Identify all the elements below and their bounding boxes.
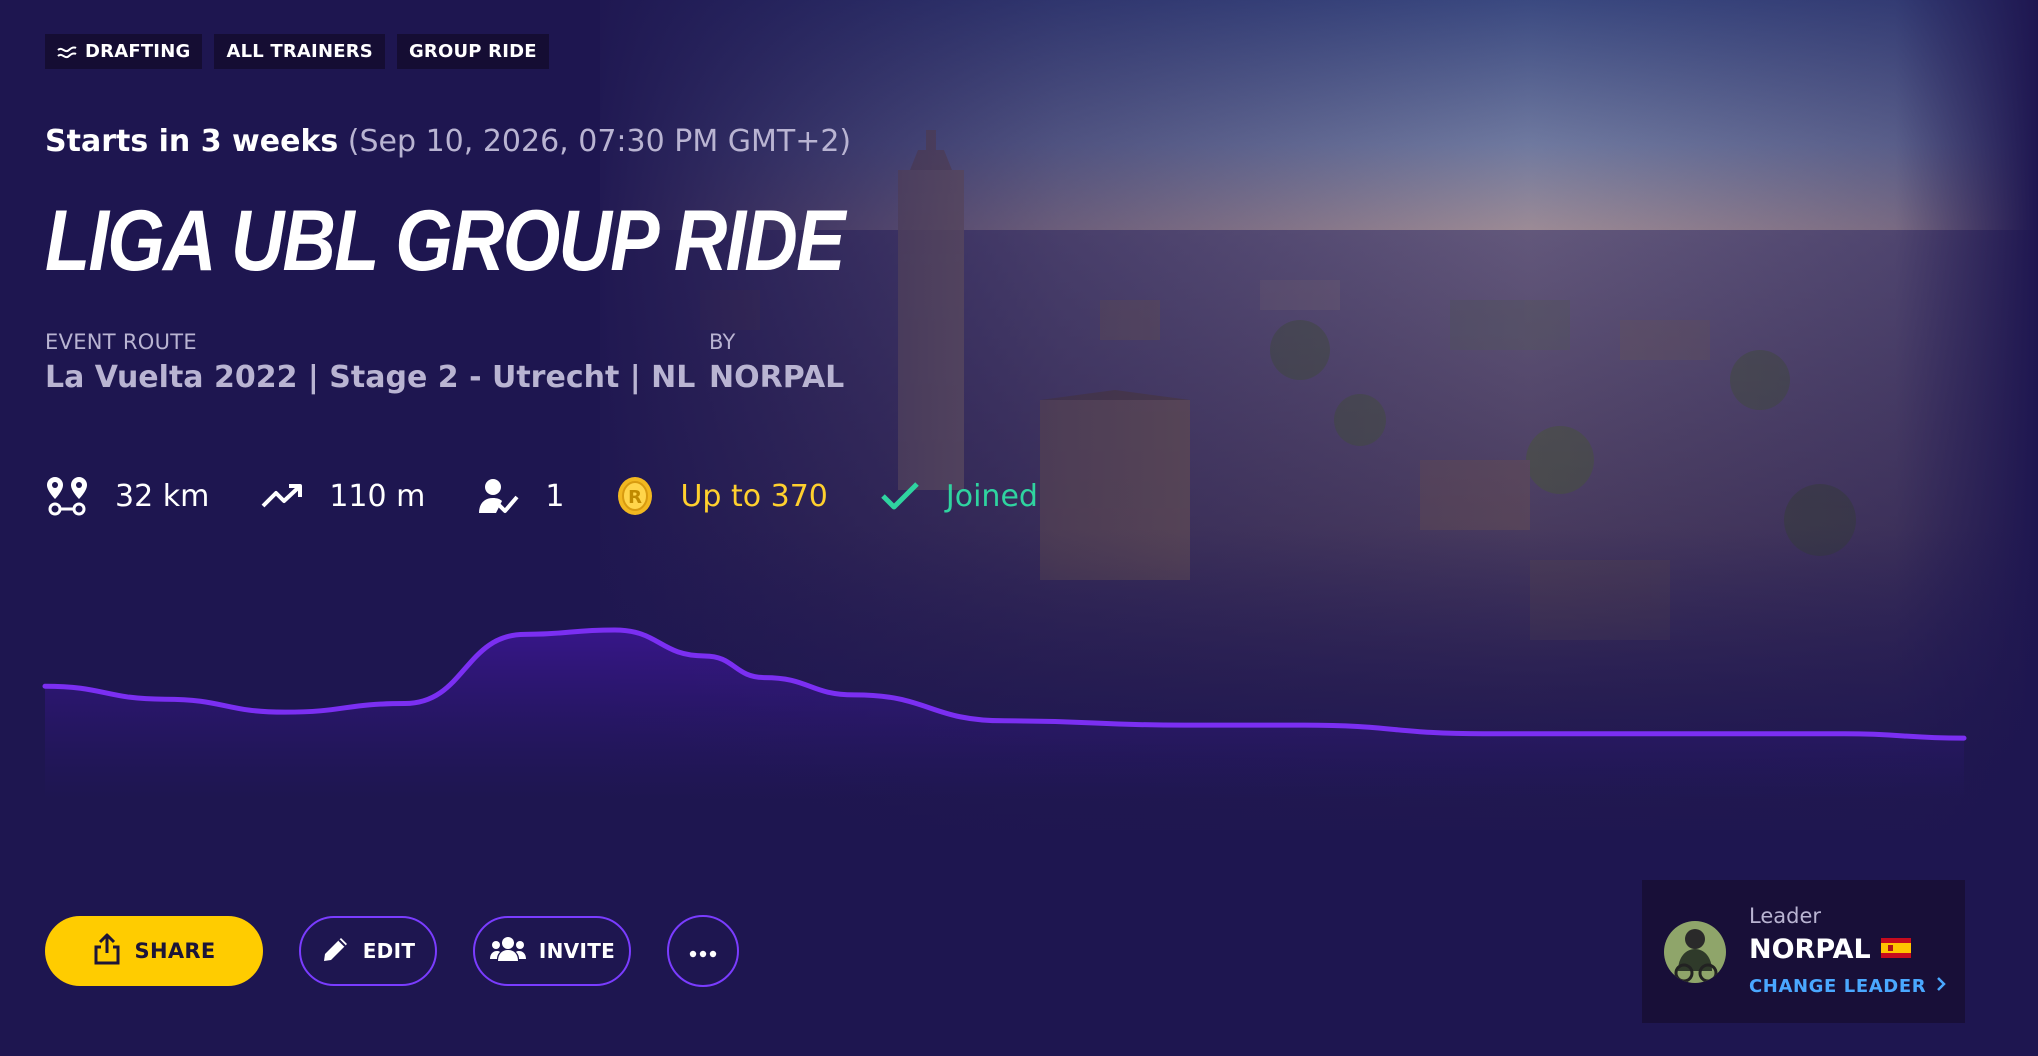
distance-value: 32 km xyxy=(115,478,210,514)
event-title: LIGA UBL GROUP RIDE xyxy=(45,193,845,289)
stat-elevation: 110 m xyxy=(261,479,425,514)
stat-distance: 32 km xyxy=(45,475,209,517)
edit-label: EDIT xyxy=(362,939,416,963)
more-icon xyxy=(689,939,717,963)
start-datetime: (Sep 10, 2026, 07:30 PM GMT+2) xyxy=(347,124,852,159)
tag-label: ALL TRAINERS xyxy=(226,41,373,62)
leader-card: Leader NORPAL CHANGE LEADER xyxy=(1642,880,1965,1023)
tag-drafting: DRAFTING xyxy=(45,34,203,69)
joined-status: Joined xyxy=(945,478,1038,514)
tag-all-trainers: ALL TRAINERS xyxy=(214,34,385,69)
change-leader-link[interactable]: CHANGE LEADER xyxy=(1749,976,1946,997)
edit-button[interactable]: EDIT xyxy=(299,916,437,986)
spain-flag-icon xyxy=(1880,934,1911,965)
by-value: NORPAL xyxy=(709,360,845,395)
leader-label: Leader xyxy=(1749,904,1822,928)
route-value: La Vuelta 2022 | Stage 2 - Utrecht | NL xyxy=(45,360,696,395)
more-options-button[interactable] xyxy=(667,915,739,987)
event-tags: DRAFTING ALL TRAINERS GROUP RIDE xyxy=(45,34,549,69)
leader-name: NORPAL xyxy=(1749,934,1871,965)
check-icon xyxy=(880,481,920,511)
tag-group-ride: GROUP RIDE xyxy=(396,34,549,69)
route-label: EVENT ROUTE xyxy=(45,330,198,354)
trending-up-icon xyxy=(261,483,303,509)
route-icon xyxy=(45,475,89,517)
chevron-right-icon xyxy=(1936,976,1946,997)
share-button[interactable]: SHARE xyxy=(45,916,263,986)
leader-name-row: NORPAL xyxy=(1749,934,1911,965)
wind-icon xyxy=(57,45,77,59)
stat-participants: 1 xyxy=(477,477,564,515)
pencil-icon xyxy=(321,934,351,969)
by-label: BY xyxy=(709,330,736,354)
share-icon xyxy=(93,933,121,970)
coin-icon: R xyxy=(616,476,654,516)
tag-label: GROUP RIDE xyxy=(408,41,537,62)
event-start-time: Starts in 3 weeks (Sep 10, 2026, 07:30 P… xyxy=(45,124,851,159)
invite-label: INVITE xyxy=(538,939,616,963)
user-check-icon xyxy=(477,477,519,515)
tag-label: DRAFTING xyxy=(85,41,191,62)
starts-in: Starts in 3 weeks xyxy=(45,124,339,159)
leader-avatar xyxy=(1664,921,1726,983)
invite-button[interactable]: INVITE xyxy=(473,916,631,986)
coins-value: Up to 370 xyxy=(680,478,828,514)
elevation-value: 110 m xyxy=(329,478,426,514)
change-leader-label: CHANGE LEADER xyxy=(1749,976,1927,997)
share-label: SHARE xyxy=(134,939,216,963)
event-actions: SHARE EDIT INVITE xyxy=(45,915,739,987)
stat-coins: R Up to 370 xyxy=(616,476,828,516)
participants-value: 1 xyxy=(545,478,565,514)
users-icon xyxy=(489,936,527,967)
stat-joined: Joined xyxy=(880,479,1038,514)
svg-text:R: R xyxy=(629,487,643,508)
event-stats: 32 km 110 m 1 R Up to 370 Joined xyxy=(45,472,1090,520)
